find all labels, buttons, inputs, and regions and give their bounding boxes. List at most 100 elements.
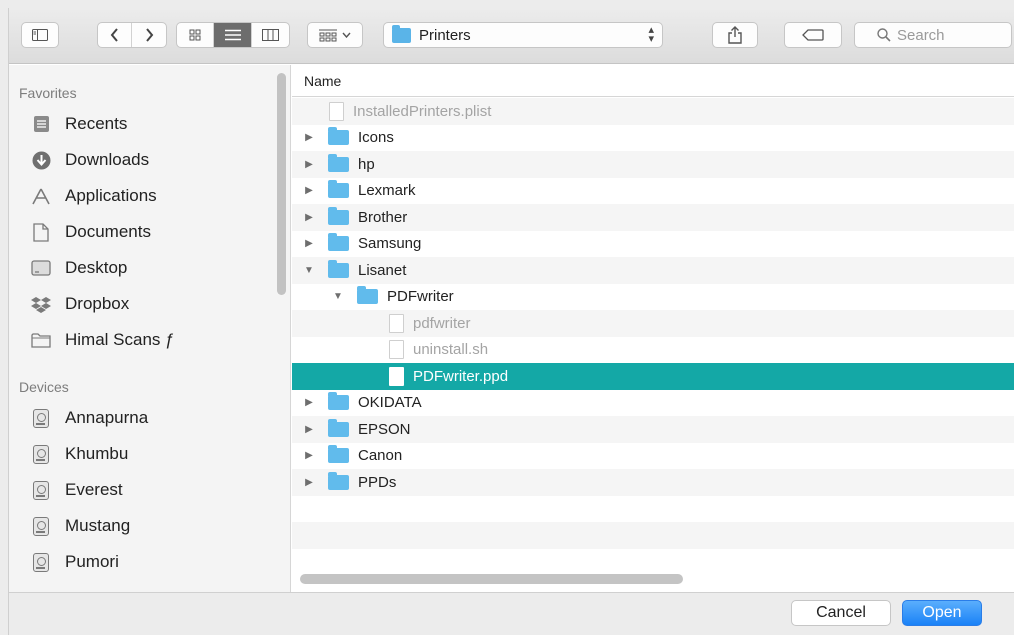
tag-icon [802, 29, 824, 41]
disclosure-triangle-expanded-icon[interactable]: ▼ [333, 291, 343, 302]
list-item[interactable]: ▶ Canon [292, 443, 1014, 470]
list-item-label: Canon [358, 447, 403, 465]
sidebar-toggle-button[interactable] [21, 22, 59, 48]
list-item[interactable]: uninstall.sh [292, 337, 1014, 364]
list-item-selected[interactable]: PDFwriter.ppd [292, 363, 1014, 390]
list-item-label: Icons [358, 129, 394, 147]
list-item[interactable]: ▶ Icons [292, 125, 1014, 152]
search-field[interactable] [854, 22, 1012, 48]
sidebar-item-everest[interactable]: Everest [31, 477, 123, 503]
list-item-label: Samsung [358, 235, 422, 253]
list-item-label: Lexmark [358, 182, 416, 200]
recents-icon [31, 114, 51, 134]
file-icon [389, 366, 404, 386]
folder-icon [328, 233, 349, 252]
disclosure-triangle-expanded-icon[interactable]: ▼ [304, 265, 314, 276]
updown-chevron-icon: ▴ ▾ [648, 24, 654, 45]
sidebar-item-himal-scans[interactable]: Himal Scans ƒ [31, 327, 175, 353]
open-button[interactable]: Open [902, 600, 982, 626]
list-item-label: uninstall.sh [413, 341, 489, 359]
list-item-label: EPSON [358, 420, 411, 438]
sidebar-item-label: Everest [65, 480, 123, 499]
tags-button[interactable] [784, 22, 842, 48]
sidebar-scrollbar[interactable] [277, 73, 286, 295]
script-file-icon [389, 340, 404, 360]
list-item[interactable]: ▶ Samsung [292, 231, 1014, 258]
list-item[interactable]: ▶ Brother [292, 204, 1014, 231]
sidebar-section-devices: Devices [19, 379, 69, 395]
sidebar-item-dropbox[interactable]: Dropbox [31, 291, 129, 317]
list-item[interactable]: ▶ PPDs [292, 469, 1014, 496]
icon-view-button[interactable] [177, 23, 215, 47]
disclosure-triangle-icon[interactable]: ▶ [304, 450, 314, 461]
disclosure-triangle-icon[interactable]: ▶ [304, 424, 314, 435]
list-item[interactable]: ▼ Lisanet [292, 257, 1014, 284]
list-item-label: hp [358, 155, 375, 173]
sidebar-item-label: Dropbox [65, 294, 130, 313]
sidebar-item-label: Desktop [65, 258, 128, 277]
sidebar-item-mustang[interactable]: Mustang [31, 513, 130, 539]
sidebar-item-downloads[interactable]: Downloads [31, 147, 149, 173]
search-icon [877, 28, 891, 42]
sidebar-item-label: Downloads [65, 150, 150, 169]
list-item[interactable]: ▶ OKIDATA [292, 390, 1014, 417]
downloads-icon [31, 150, 51, 170]
folder-icon [328, 445, 349, 464]
folder-icon [392, 24, 411, 43]
disclosure-triangle-icon[interactable]: ▶ [304, 159, 314, 170]
location-popup[interactable]: Printers ▴ ▾ [383, 22, 663, 48]
list-view-button[interactable] [214, 23, 252, 47]
search-input[interactable] [897, 26, 997, 44]
list-view-icon [224, 29, 241, 41]
back-button[interactable] [98, 23, 133, 47]
sidebar-item-label: Recents [65, 114, 128, 133]
sidebar-item-documents[interactable]: Documents [31, 219, 151, 245]
sidebar-icon [32, 29, 48, 41]
list-item-label: OKIDATA [358, 394, 422, 412]
list-item[interactable]: ▶ Lexmark [292, 178, 1014, 205]
empty-row [292, 496, 1014, 523]
list-item[interactable]: ▶ hp [292, 151, 1014, 178]
open-dialog: Printers ▴▾ Favorites Recents Downloads … [8, 8, 1014, 635]
disk-icon [31, 552, 51, 572]
list-item-label: InstalledPrinters.plist [353, 102, 492, 120]
disclosure-triangle-icon[interactable]: ▶ [304, 397, 314, 408]
sidebar-item-pumori[interactable]: Pumori [31, 549, 119, 575]
cancel-button[interactable]: Cancel [791, 600, 891, 626]
disclosure-triangle-icon[interactable]: ▶ [304, 185, 314, 196]
folder-icon [328, 127, 349, 146]
file-icon [329, 101, 344, 121]
list-item[interactable]: pdfwriter [292, 310, 1014, 337]
sidebar-item-label: Khumbu [65, 444, 129, 463]
sidebar-item-khumbu[interactable]: Khumbu [31, 441, 128, 467]
sidebar-section-favorites: Favorites [19, 85, 77, 101]
horizontal-scrollbar[interactable] [300, 574, 683, 584]
sidebar-item-label: Pumori [65, 552, 119, 571]
folder-icon [328, 259, 349, 278]
disclosure-triangle-icon[interactable]: ▶ [304, 212, 314, 223]
list-item[interactable]: InstalledPrinters.plist [292, 98, 1014, 125]
sidebar-item-recents[interactable]: Recents [31, 111, 127, 137]
toolbar: Printers ▴ ▾ [9, 8, 1014, 64]
sidebar-item-applications[interactable]: Applications [31, 183, 157, 209]
disclosure-triangle-icon[interactable]: ▶ [304, 477, 314, 488]
chevron-down-icon [342, 32, 351, 38]
forward-button[interactable] [132, 23, 166, 47]
list-item[interactable]: ▼ PDFwriter [292, 284, 1014, 311]
chevron-right-icon [145, 28, 153, 42]
applications-icon [31, 186, 51, 206]
sidebar-item-desktop[interactable]: Desktop [31, 255, 127, 281]
disclosure-triangle-icon[interactable]: ▶ [304, 238, 314, 249]
grid-group-icon [319, 29, 337, 41]
column-view-button[interactable] [252, 23, 289, 47]
sidebar: Favorites Recents Downloads Applications… [9, 65, 291, 592]
list-item[interactable]: ▶ EPSON [292, 416, 1014, 443]
share-button[interactable] [712, 22, 758, 48]
folder-icon [328, 206, 349, 225]
group-by-button[interactable] [307, 22, 363, 48]
column-header-name[interactable]: Name [292, 65, 1014, 97]
disclosure-triangle-icon[interactable]: ▶ [304, 132, 314, 143]
list-item-label: PPDs [358, 473, 397, 491]
list-item-label: Brother [358, 208, 408, 226]
sidebar-item-annapurna[interactable]: Annapurna [31, 405, 148, 431]
